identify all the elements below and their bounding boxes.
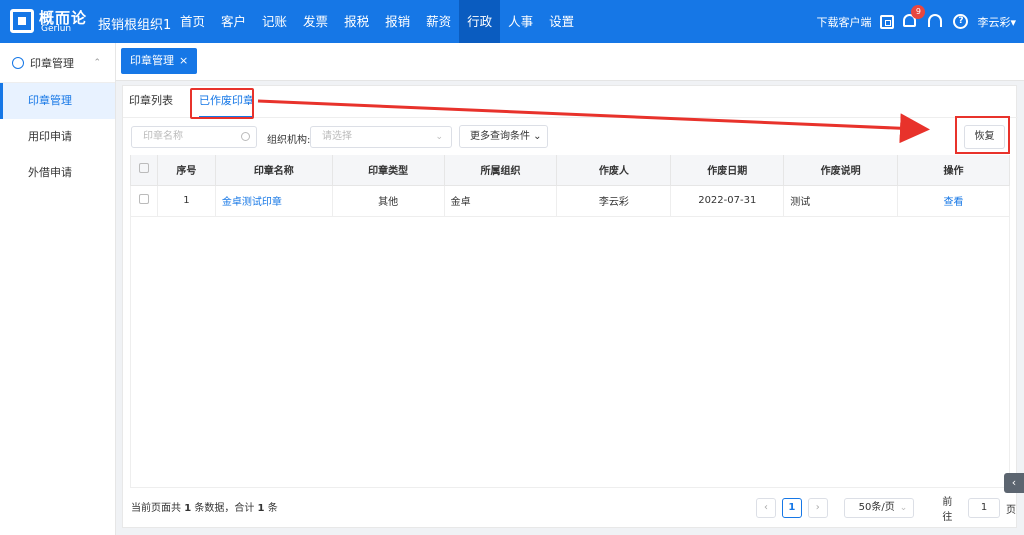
annotation-arrow <box>257 99 930 144</box>
collapse-panel-icon[interactable]: ‹ <box>1004 473 1024 493</box>
